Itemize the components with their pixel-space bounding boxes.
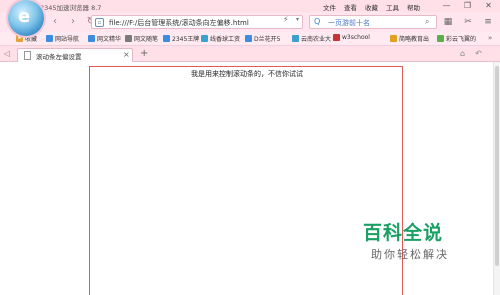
bookmark-icon	[390, 35, 397, 42]
lightning-icon[interactable]: ⚡	[283, 15, 289, 24]
bookmark-icon	[163, 35, 170, 42]
title-bar: 2345加速浏览器 8.7 文件 查看 收藏 工具 帮助 — ❐ ✕	[0, 0, 500, 12]
tab-title: 滚动条左偏设置	[36, 53, 82, 61]
maximize-button[interactable]: ❐	[457, 1, 478, 11]
menu-file[interactable]: 文件	[319, 2, 340, 12]
bookmark-item[interactable]: 线香球工资	[201, 34, 240, 43]
bookmark-item[interactable]: 网文随笔	[125, 34, 158, 43]
url-text[interactable]: file:///F:/后台管理系统/滚动条向左偏移.html	[109, 18, 249, 28]
box-text: 我是用来控制滚动条的，不信你试试	[191, 70, 303, 78]
menu-help[interactable]: 帮助	[403, 2, 424, 12]
bookmark-icon	[88, 35, 95, 42]
vertical-scrollbar[interactable]	[493, 62, 500, 295]
bookmark-item[interactable]: D兰花开5	[245, 34, 280, 43]
bookmark-item[interactable]: 2345王牌	[163, 34, 199, 43]
back-arrow-icon[interactable]: ‹	[50, 16, 60, 28]
watermark: 百科全说 助你轻松解决	[363, 218, 463, 262]
bookmark-item[interactable]: 网文精华	[88, 34, 121, 43]
app-title: 2345加速浏览器 8.7	[40, 4, 102, 12]
search-icon[interactable]: ⌕	[425, 17, 429, 27]
address-row: ‹ › ↻ ▫ file:///F:/后台管理系统/滚动条向左偏移.html Q…	[0, 12, 500, 32]
bookmark-item[interactable]: 云南农业大	[292, 34, 331, 43]
tab-bar-tools: ⌂ ↶	[460, 49, 482, 58]
menu-favorites[interactable]: 收藏	[361, 2, 382, 12]
bookmark-icon	[245, 35, 252, 42]
scroll-container[interactable]: 我是用来控制滚动条的，不信你试试	[89, 66, 403, 295]
bookmark-icon	[292, 35, 299, 42]
navigation-buttons: ‹ › ↻	[50, 16, 96, 28]
chevron-down-icon[interactable]: ▾	[296, 16, 299, 23]
search-input[interactable]: 一页游前十名	[328, 18, 370, 28]
minimize-button[interactable]: —	[436, 1, 457, 11]
menu-tools[interactable]: 工具	[382, 2, 403, 12]
close-window-button[interactable]: ✕	[478, 1, 499, 11]
tab-list-icon[interactable]: ◁	[4, 49, 10, 58]
bookmarks-bar: ★ 收藏 网站导航 网文精华 网文随笔 2345王牌 线香球工资 D兰花开5 云南…	[0, 32, 500, 46]
window-controls: — ❐ ✕	[436, 1, 499, 11]
bookmark-item[interactable]: 简略教育出	[390, 34, 429, 43]
scissors-icon[interactable]: ✂	[462, 16, 474, 28]
home-icon[interactable]: ⌂	[460, 49, 465, 58]
toolbar-icons: ▦ ✂ ≡	[442, 16, 494, 28]
browser-logo: e	[8, 0, 44, 36]
undo-icon[interactable]: ↶	[475, 49, 482, 58]
menu-icon[interactable]: ≡	[482, 16, 494, 28]
more-bookmarks-icon[interactable]: »	[488, 34, 492, 42]
watermark-subtitle: 助你轻松解决	[371, 248, 449, 261]
new-tab-button[interactable]: +	[140, 48, 148, 59]
bookmark-item[interactable]: w3school	[333, 34, 370, 41]
tab-active[interactable]: 滚动条左偏设置 ×	[17, 48, 133, 62]
bookmark-item[interactable]: 彩云飞翼的	[437, 34, 476, 43]
tab-close-button[interactable]: ×	[123, 50, 130, 59]
bookmark-icon	[333, 34, 340, 41]
bookmark-icon	[46, 35, 53, 42]
scrollbar-thumb[interactable]	[495, 66, 499, 266]
tab-bar: ◁ 滚动条左偏设置 × + ⌂ ↶	[0, 46, 500, 62]
forward-arrow-icon[interactable]: ›	[68, 16, 78, 28]
document-icon	[24, 51, 31, 60]
star-icon: ★	[16, 35, 23, 42]
bookmark-icon	[125, 35, 132, 42]
menu-bar: 文件 查看 收藏 工具 帮助	[319, 2, 424, 12]
grid-icon[interactable]: ▦	[442, 16, 454, 28]
page-icon: ▫	[95, 18, 104, 27]
search-box[interactable]: Q 一页游前十名 ⌕	[309, 15, 437, 29]
bookmark-item[interactable]: 网站导航	[46, 34, 79, 43]
bookmark-icon	[437, 35, 444, 42]
menu-view[interactable]: 查看	[340, 2, 361, 12]
address-bar[interactable]: ▫ file:///F:/后台管理系统/滚动条向左偏移.html	[91, 15, 303, 29]
search-engine-icon[interactable]: Q	[314, 17, 320, 26]
bookmark-icon	[201, 35, 208, 42]
watermark-title: 百科全说	[363, 222, 444, 244]
